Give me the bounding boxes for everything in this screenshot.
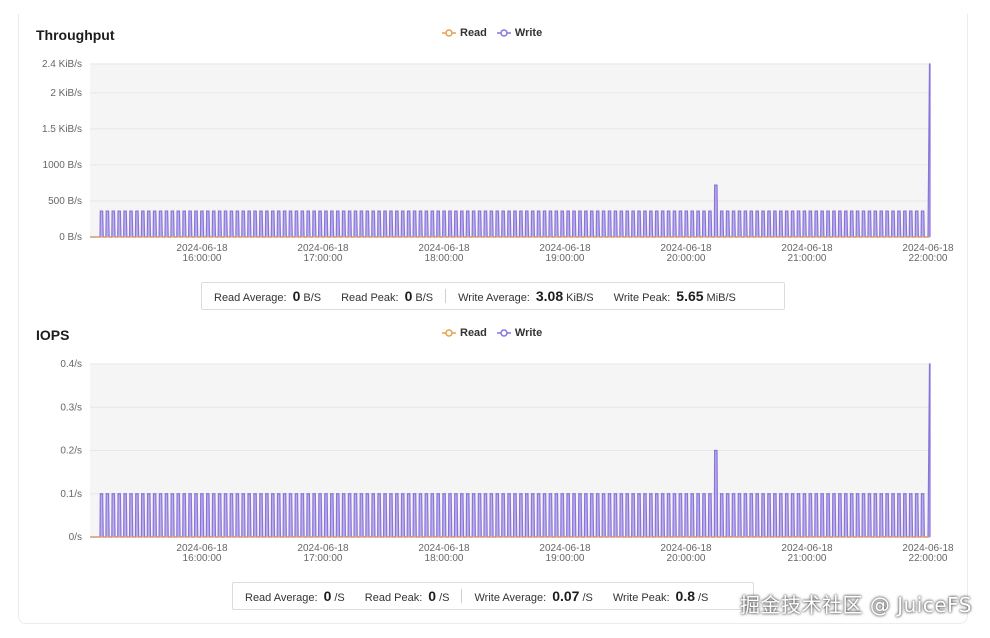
x-tick-label: 19:00:00 [546, 253, 585, 264]
x-tick-label: 18:00:00 [425, 253, 464, 264]
stat-label: Read Peak: [364, 592, 423, 604]
stat-value: 0.8 [675, 588, 695, 604]
y-tick-label: 1000 B/s [43, 160, 82, 171]
stat-value: 0 [323, 588, 332, 604]
x-tick-label: 17:00:00 [304, 553, 343, 564]
stat-label: Write Peak: [612, 592, 670, 604]
y-tick-label: 2.4 KiB/s [42, 59, 82, 70]
y-tick-label: 500 B/s [48, 196, 82, 207]
x-tick-label: 20:00:00 [667, 253, 706, 264]
write-peak-stat: Write Peak: 0.8 /S [613, 588, 709, 604]
x-tick-label: 16:00:00 [183, 253, 222, 264]
x-tick-label: 20:00:00 [667, 553, 706, 564]
y-tick-label: 0.1/s [60, 489, 82, 500]
x-tick-label: 16:00:00 [183, 553, 222, 564]
throughput-panel: Throughput Read Write 0 B/s 500 B/s 1000 B… [0, 0, 990, 310]
x-tick-label: 22:00:00 [909, 553, 948, 564]
stat-value: 0 [428, 588, 437, 604]
stat-value: 0.07 [552, 588, 580, 604]
write-average-stat: Write Average: 0.07 /S [474, 588, 592, 604]
watermark: 掘金技术社区 @ JuiceFS [740, 593, 972, 617]
x-tick-label: 21:00:00 [788, 253, 827, 264]
iops-panel: IOPS Read Write 0/s 0.1/s 0.2/s 0.3/s 0.4/s 2… [0, 300, 990, 610]
read-peak-stat: Read Peak: 0 /S [365, 588, 450, 604]
y-tick-label: 0.3/s [60, 402, 82, 413]
throughput-chart[interactable]: 0 B/s 500 B/s 1000 B/s 1.5 KiB/s 2 KiB/s 2.4 … [0, 0, 990, 300]
stat-label: Write Average: [474, 592, 547, 604]
stat-label: Read Average: [245, 592, 318, 604]
stats-divider [461, 589, 463, 603]
stat-unit: /S [698, 592, 709, 604]
x-tick-label: 19:00:00 [546, 553, 585, 564]
iops-stats-bar: Read Average: 0 /S Read Peak: 0 /S Write… [232, 582, 754, 610]
stat-unit: /S [334, 592, 345, 604]
y-tick-label: 0.4/s [60, 359, 82, 370]
y-tick-label: 0/s [69, 532, 82, 543]
stat-unit: /S [439, 592, 450, 604]
x-tick-label: 21:00:00 [788, 553, 827, 564]
x-tick-label: 18:00:00 [425, 553, 464, 564]
y-tick-label: 2 KiB/s [50, 88, 82, 99]
x-tick-label: 22:00:00 [909, 253, 948, 264]
read-average-stat: Read Average: 0 /S [245, 588, 345, 604]
stat-unit: /S [582, 592, 593, 604]
y-tick-label: 0.2/s [60, 446, 82, 457]
y-tick-label: 0 B/s [59, 232, 82, 243]
y-tick-label: 1.5 KiB/s [42, 124, 82, 135]
iops-chart[interactable]: 0/s0.1/s0.2/s0.3/s0.4/s2024-06-1816:00:0… [0, 300, 990, 600]
x-tick-label: 17:00:00 [304, 253, 343, 264]
